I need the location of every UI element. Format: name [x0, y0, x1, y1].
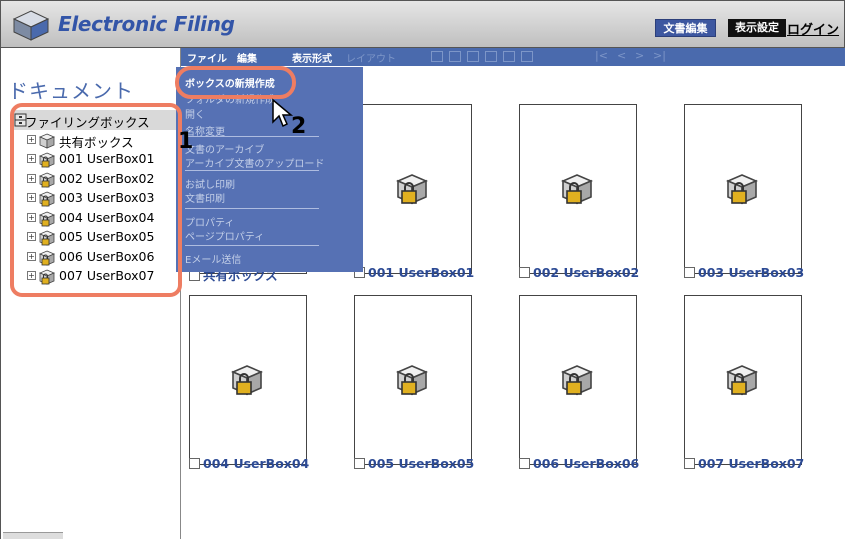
menu-bar: ファイル 編集 表示形式 レイアウト |< < > >| [181, 48, 845, 66]
dropdown-menu-item[interactable]: Eメール送信 [185, 251, 241, 266]
menu-separator [185, 245, 319, 246]
locked-box-icon [560, 173, 595, 205]
locked-box-icon [725, 364, 760, 396]
box-name: 002 UserBox02 [533, 265, 640, 280]
new-box-highlight-callout [175, 66, 296, 99]
box-label[interactable]: 004 UserBox04 [189, 456, 309, 471]
box-label[interactable]: 005 UserBox05 [354, 456, 474, 471]
box-thumbnail[interactable] [519, 104, 637, 274]
locked-box-icon [230, 364, 265, 396]
menu-file[interactable]: ファイル [187, 50, 227, 65]
box-checkbox[interactable] [519, 267, 530, 278]
menu-display-format[interactable]: 表示形式 [292, 50, 332, 65]
dropdown-menu-item[interactable]: 文書印刷 [185, 190, 225, 205]
box-checkbox[interactable] [189, 458, 200, 469]
box-checkbox[interactable] [684, 267, 695, 278]
copy-icon [503, 51, 515, 62]
dropdown-menu-item[interactable]: アーカイブ文書のアップロード [185, 155, 324, 170]
print-icon [467, 51, 479, 62]
first-page-button[interactable]: |< [595, 49, 608, 62]
menu-separator [185, 208, 319, 209]
cube-logo-icon [12, 10, 50, 41]
locked-box-icon [725, 173, 760, 205]
dropdown-menu-item[interactable]: 開く [185, 106, 205, 121]
box-name: 004 UserBox04 [203, 456, 310, 471]
box-thumbnail[interactable] [354, 104, 472, 274]
box-checkbox[interactable] [354, 458, 365, 469]
box-thumbnail[interactable] [684, 104, 802, 274]
box-checkbox[interactable] [684, 458, 695, 469]
box-name: 006 UserBox06 [533, 456, 640, 471]
toolbar-icon-b [449, 51, 461, 62]
box-thumbnail[interactable] [519, 295, 637, 465]
document-edit-button[interactable]: 文書編集 [655, 19, 716, 37]
prev-page-button[interactable]: < [617, 49, 626, 62]
step-1-label: 1 [178, 129, 194, 154]
box-name: 005 UserBox05 [368, 456, 475, 471]
box-name: 001 UserBox01 [368, 265, 475, 280]
menu-edit[interactable]: 編集 [237, 50, 257, 65]
dropdown-menu-item[interactable]: 文書のアーカイブ [185, 141, 264, 156]
locked-box-icon [395, 364, 430, 396]
title-bar: Electronic Filing 文書編集 表示設定 ログイン [0, 0, 845, 48]
paste-icon [521, 51, 533, 62]
dropdown-menu-item[interactable]: プロパティ [185, 214, 234, 229]
dropdown-menu-item[interactable]: お試し印刷 [185, 176, 235, 191]
box-name: 007 UserBox07 [698, 456, 805, 471]
box-label[interactable]: 001 UserBox01 [354, 265, 474, 280]
tree-highlight-callout [10, 103, 182, 297]
locked-box-icon [395, 173, 430, 205]
box-label[interactable]: 002 UserBox02 [519, 265, 639, 280]
locked-box-icon [560, 364, 595, 396]
dropdown-menu-item[interactable]: ページプロパティ [185, 228, 264, 243]
box-thumbnail[interactable] [684, 295, 802, 465]
menu-layout[interactable]: レイアウト [346, 50, 396, 65]
box-label[interactable]: 003 UserBox03 [684, 265, 804, 280]
sidebar-scrollbar[interactable] [3, 532, 63, 539]
box-checkbox[interactable] [519, 458, 530, 469]
box-label[interactable]: 007 UserBox07 [684, 456, 804, 471]
sidebar-title: ドキュメント [8, 79, 134, 103]
display-settings-button[interactable]: 表示設定 [728, 19, 786, 37]
box-name: 003 UserBox03 [698, 265, 805, 280]
last-page-button[interactable]: >| [653, 49, 666, 62]
step-2-label: 2 [291, 114, 307, 139]
cut-icon [485, 51, 497, 62]
app-title: Electronic Filing [58, 12, 235, 36]
box-thumbnail[interactable] [189, 295, 307, 465]
menu-separator [185, 170, 319, 171]
login-link[interactable]: ログイン [787, 19, 839, 38]
box-label[interactable]: 006 UserBox06 [519, 456, 639, 471]
toolbar-icon-a [431, 51, 443, 62]
next-page-button[interactable]: > [635, 49, 644, 62]
box-thumbnail[interactable] [354, 295, 472, 465]
